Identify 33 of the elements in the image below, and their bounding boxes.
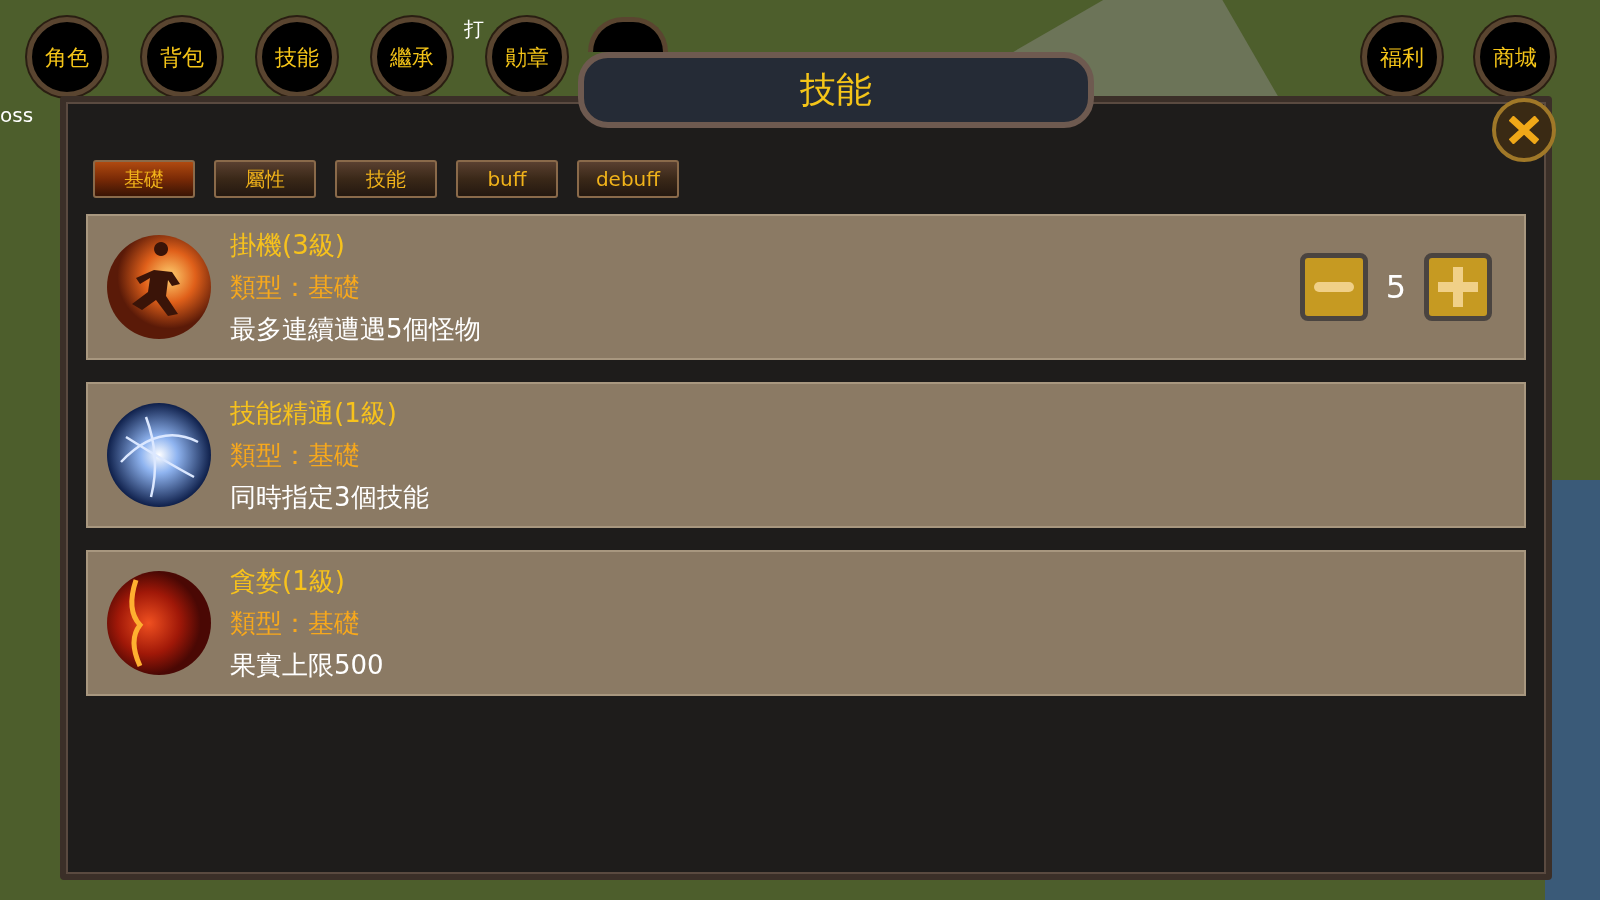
decrease-button[interactable]	[1299, 253, 1368, 321]
menu-round-button[interactable]: 商城	[1475, 17, 1555, 97]
skill-name: 貪婪(1級)	[230, 565, 346, 598]
skill-description: 最多連續遭遇5個怪物	[230, 313, 482, 346]
filter-tab[interactable]: 屬性	[214, 160, 316, 198]
running-figure-orb-icon	[106, 234, 212, 340]
increase-button[interactable]	[1424, 253, 1492, 321]
filter-tab[interactable]: 基礎	[93, 160, 195, 198]
menu-round-button[interactable]: 勛章	[487, 17, 567, 97]
window-title: 技能	[800, 68, 872, 112]
skill-type: 類型：基礎	[230, 439, 361, 472]
plus-icon	[1438, 267, 1478, 307]
map-label: 打	[464, 16, 484, 43]
flame-orb-icon	[106, 570, 212, 676]
energy-orb-icon	[106, 402, 212, 508]
menu-round-button[interactable]: 繼承	[372, 17, 452, 97]
menu-round-button[interactable]: 角色	[27, 17, 107, 97]
skill-description: 同時指定3個技能	[230, 481, 430, 514]
skill-type: 類型：基礎	[230, 607, 361, 640]
close-icon	[1509, 116, 1539, 144]
map-label: oss	[0, 102, 34, 129]
level-value: 5	[1385, 267, 1406, 308]
skill-type: 類型：基礎	[230, 271, 361, 304]
menu-round-button[interactable]: 技能	[257, 17, 337, 97]
filter-tab[interactable]: buff	[456, 160, 558, 198]
filter-tab[interactable]: 技能	[335, 160, 437, 198]
menu-round-button[interactable]: 背包	[142, 17, 222, 97]
minus-icon	[1313, 282, 1354, 292]
menu-round-button[interactable]: 福利	[1362, 17, 1442, 97]
filter-tab[interactable]: debuff	[577, 160, 679, 198]
skill-name: 技能精通(1級)	[230, 397, 398, 430]
skill-description: 果實上限500	[230, 649, 385, 682]
skill-name: 掛機(3級)	[230, 229, 346, 262]
